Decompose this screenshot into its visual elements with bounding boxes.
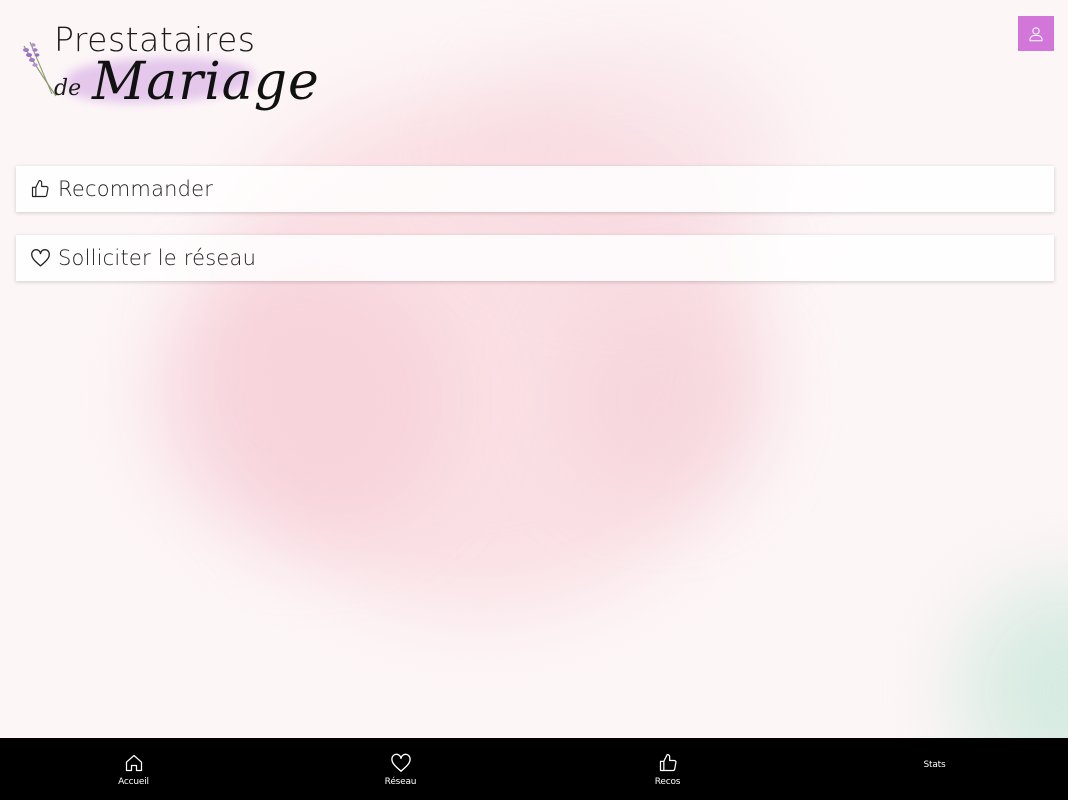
bottom-navigation: Accueil Réseau Recos Stats <box>0 738 1068 800</box>
solicit-network-label: Solliciter le réseau <box>58 246 257 270</box>
nav-item-reseau[interactable]: Réseau <box>267 738 534 800</box>
nav-label-accueil: Accueil <box>118 777 149 787</box>
user-icon <box>1029 26 1043 41</box>
profile-button[interactable] <box>1018 16 1054 51</box>
thumbs-up-icon <box>658 751 678 775</box>
thumbs-up-icon <box>30 178 52 200</box>
heart-icon <box>30 247 52 269</box>
nav-item-stats[interactable]: Stats <box>801 738 1068 800</box>
solicit-network-button[interactable]: Solliciter le réseau <box>16 235 1054 281</box>
nav-item-recos[interactable]: Recos <box>534 738 801 800</box>
brand-title-line2: Mariage <box>92 52 320 112</box>
nav-label-stats: Stats <box>923 760 946 770</box>
home-icon <box>124 751 144 775</box>
recommend-button[interactable]: Recommander <box>16 166 1054 212</box>
brand-title-de: de <box>54 76 82 101</box>
nav-label-reseau: Réseau <box>384 777 417 787</box>
nav-label-recos: Recos <box>654 777 681 787</box>
heart-icon <box>390 751 412 775</box>
nav-item-accueil[interactable]: Accueil <box>0 738 267 800</box>
recommend-label: Recommander <box>58 177 214 201</box>
brand-logo[interactable]: Prestataires de Mariage <box>20 16 319 124</box>
